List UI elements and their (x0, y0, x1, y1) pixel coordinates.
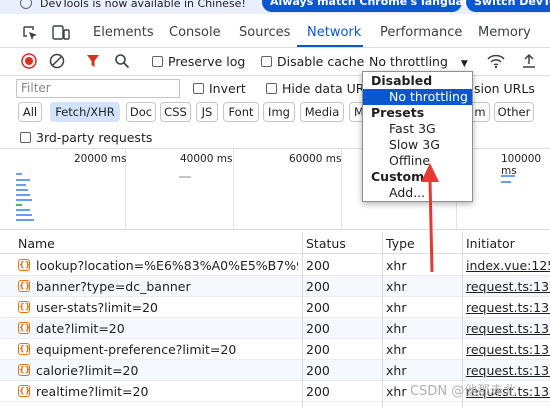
watermark: CSDN @他那赤北 (410, 384, 517, 399)
annotation-arrow (421, 163, 439, 273)
